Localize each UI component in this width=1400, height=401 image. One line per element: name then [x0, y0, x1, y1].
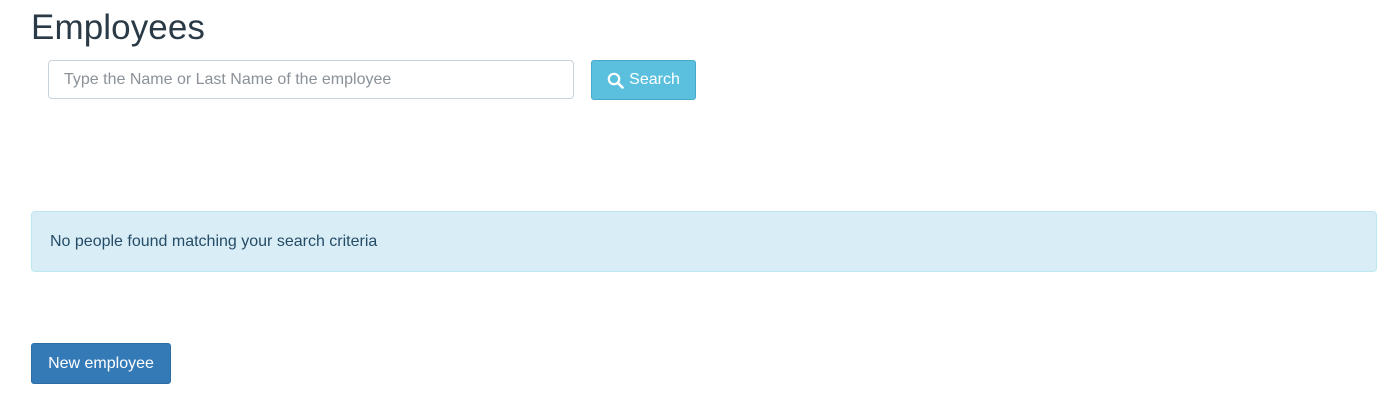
search-icon [607, 72, 624, 89]
alert-message: No people found matching your search cri… [50, 232, 378, 250]
search-button-label: Search [629, 71, 680, 88]
new-employee-button[interactable]: New employee [31, 343, 171, 384]
new-employee-button-label: New employee [48, 354, 154, 372]
search-input[interactable] [48, 60, 574, 99]
search-form: Search [48, 60, 748, 100]
page-title: Employees [31, 8, 206, 47]
search-button[interactable]: Search [591, 60, 696, 100]
no-results-alert: No people found matching your search cri… [31, 211, 1377, 272]
